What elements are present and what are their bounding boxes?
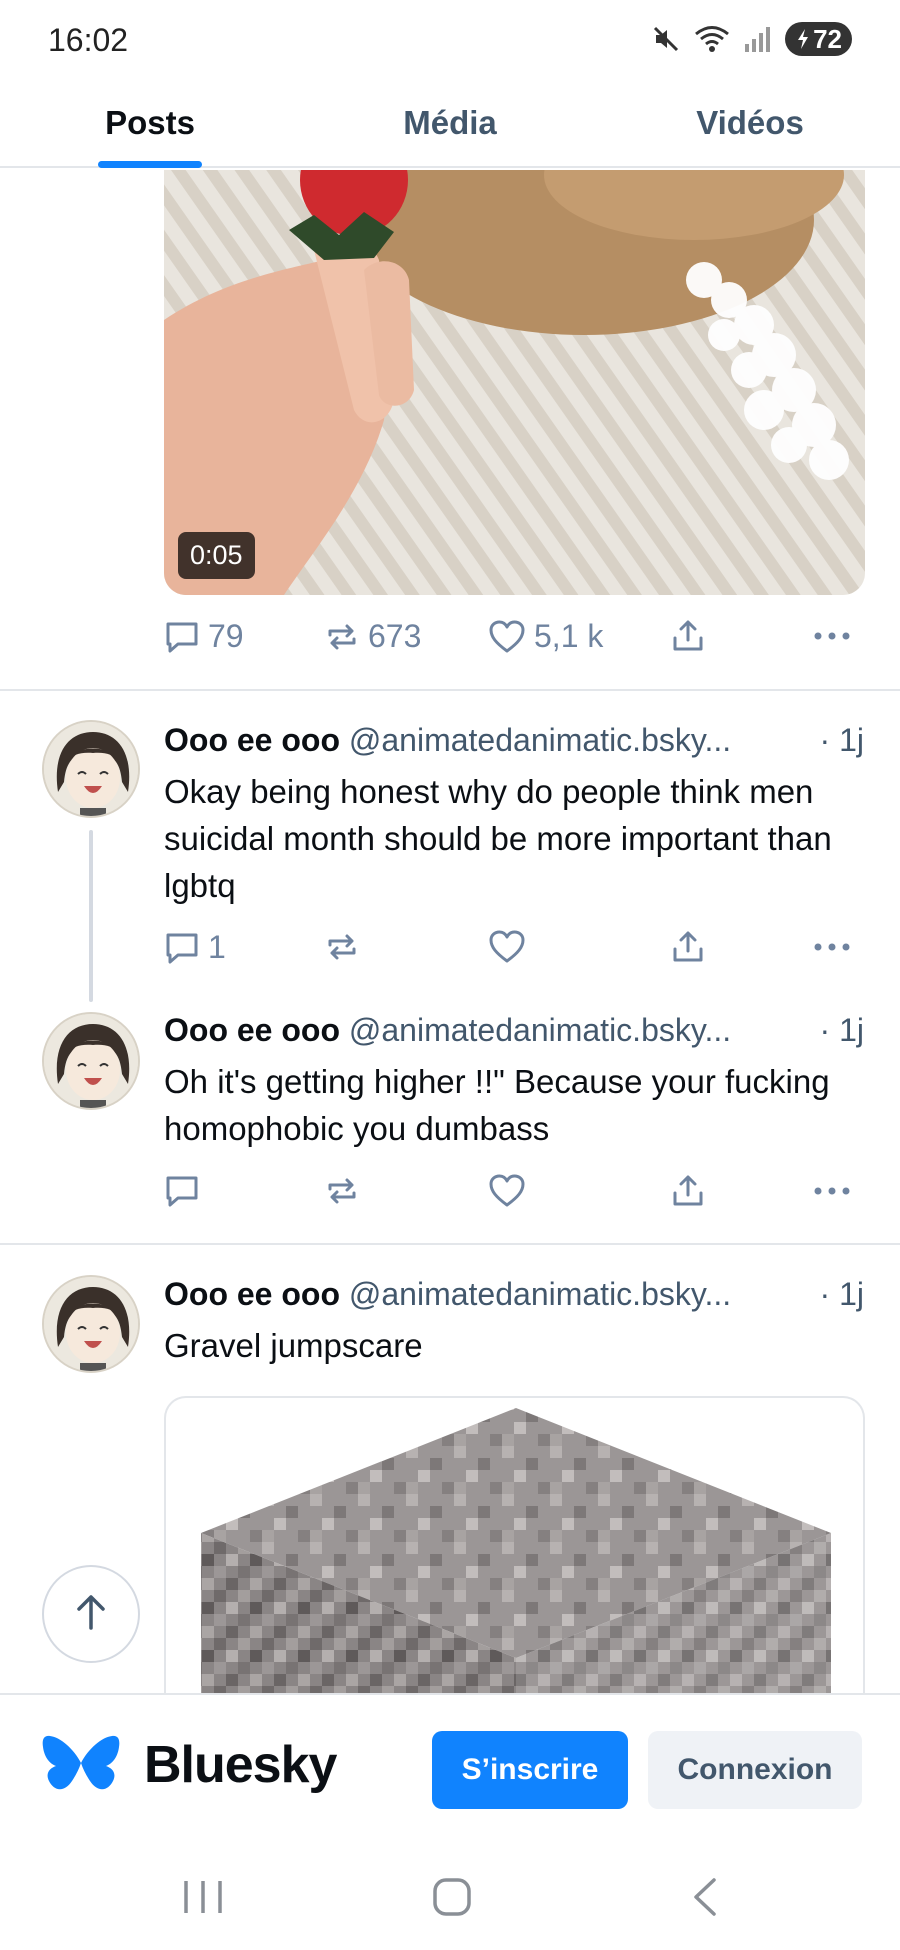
battery-level: 72 [813, 23, 842, 54]
tab-videos[interactable]: Vidéos [600, 80, 900, 166]
like-button[interactable] [488, 1173, 526, 1209]
more-icon [812, 929, 852, 965]
post-header: Ooo ee ooo @animatedanimatic.bsky... · 1… [164, 722, 874, 759]
repost-icon [324, 1173, 360, 1209]
repost-icon [324, 619, 360, 655]
signup-bar: Bluesky S’inscrire Connexion [0, 1693, 900, 1837]
home-icon[interactable] [432, 1877, 472, 1922]
scroll-to-top-button[interactable] [42, 1565, 140, 1663]
author-handle[interactable]: @animatedanimatic.bsky... [349, 722, 731, 758]
active-tab-indicator [98, 161, 202, 168]
share-icon [670, 1173, 706, 1209]
video-post-actions: 79 673 5,1 k [164, 618, 864, 662]
reply-button[interactable] [164, 1173, 200, 1209]
video-duration: 0:05 [178, 532, 255, 579]
share-button[interactable] [670, 1173, 706, 1209]
heart-icon [488, 1173, 526, 1209]
share-icon [670, 929, 706, 965]
more-icon [812, 1173, 852, 1209]
status-time: 16:02 [48, 22, 129, 58]
arrow-up-icon [73, 1592, 109, 1637]
author-name[interactable]: Ooo ee ooo [164, 722, 340, 758]
mute-icon [651, 24, 681, 54]
video-thumbnail[interactable]: 0:05 [164, 170, 865, 595]
post-header: Ooo ee ooo @animatedanimatic.bsky... · 1… [164, 1012, 874, 1049]
system-nav-bar [0, 1837, 900, 1950]
post-text: Okay being honest why do people think me… [164, 773, 832, 904]
avatar[interactable] [42, 1275, 140, 1373]
butterfly-logo-icon [42, 1733, 120, 1806]
reply-button[interactable]: 1 [164, 929, 226, 966]
post-divider [0, 1243, 900, 1245]
post-text: Oh it's getting higher !!" Because your … [164, 1063, 830, 1147]
repost-button[interactable]: 673 [324, 618, 421, 655]
share-button[interactable] [670, 929, 706, 965]
reply-count: 79 [208, 618, 244, 654]
author-handle[interactable]: @animatedanimatic.bsky... [349, 1012, 731, 1048]
post-actions: 1 [164, 929, 864, 973]
avatar[interactable] [42, 1012, 140, 1110]
video-frame-image [164, 170, 865, 595]
login-button[interactable]: Connexion [648, 1731, 862, 1809]
post-time: · 1j [815, 1012, 864, 1049]
avatar-image [44, 1014, 138, 1108]
reply-icon [164, 619, 200, 655]
reply-button[interactable]: 79 [164, 618, 244, 655]
status-icons: 72 [651, 22, 852, 56]
tab-media-label: Média [403, 104, 497, 141]
tab-media[interactable]: Média [300, 80, 600, 166]
avatar-image [44, 1277, 138, 1371]
post-actions [164, 1173, 864, 1217]
tab-posts-label: Posts [105, 104, 195, 141]
status-bar: 16:02 72 [0, 0, 900, 80]
recent-apps-icon[interactable] [180, 1877, 226, 1922]
brand-name: Bluesky [144, 1736, 337, 1794]
more-options-button[interactable] [812, 929, 852, 965]
more-options-button[interactable] [812, 1173, 852, 1209]
feed[interactable]: 0:05 79 673 5,1 k Ooo ee ooo @animatedan… [0, 170, 900, 1695]
tab-videos-label: Vidéos [696, 104, 804, 141]
share-icon [670, 618, 706, 654]
repost-button[interactable] [324, 1173, 360, 1209]
like-button[interactable]: 5,1 k [488, 618, 603, 655]
repost-count: 673 [368, 618, 422, 654]
signup-button[interactable]: S’inscrire [432, 1731, 628, 1809]
tab-posts[interactable]: Posts [0, 80, 300, 168]
heart-icon [488, 619, 526, 655]
avatar[interactable] [42, 720, 140, 818]
author-name[interactable]: Ooo ee ooo [164, 1012, 340, 1048]
back-icon[interactable] [690, 1877, 720, 1922]
repost-button[interactable] [324, 929, 360, 965]
wifi-icon [693, 24, 731, 54]
signal-icon [743, 24, 773, 54]
reply-icon [164, 930, 200, 966]
share-button[interactable] [670, 618, 706, 654]
like-count: 5,1 k [534, 618, 604, 654]
like-button[interactable] [488, 929, 526, 965]
post-divider [0, 689, 900, 691]
heart-icon [488, 929, 526, 965]
post-header: Ooo ee ooo @animatedanimatic.bsky... · 1… [164, 1276, 874, 1313]
avatar-image [44, 722, 138, 816]
thread-line [89, 830, 93, 1002]
post-time: · 1j [815, 1276, 864, 1313]
author-name[interactable]: Ooo ee ooo [164, 1276, 340, 1312]
repost-icon [324, 929, 360, 965]
reply-icon [164, 1173, 200, 1209]
post-text: Gravel jumpscare [164, 1327, 423, 1364]
gravel-block-image [201, 1408, 831, 1695]
author-handle[interactable]: @animatedanimatic.bsky... [349, 1276, 731, 1312]
more-icon [812, 618, 852, 654]
post-image[interactable] [164, 1396, 865, 1695]
battery-icon: 72 [785, 22, 852, 56]
profile-tabs: Posts Média Vidéos [0, 80, 900, 168]
post-time: · 1j [815, 722, 864, 759]
reply-count: 1 [208, 929, 226, 965]
more-options-button[interactable] [812, 618, 852, 654]
